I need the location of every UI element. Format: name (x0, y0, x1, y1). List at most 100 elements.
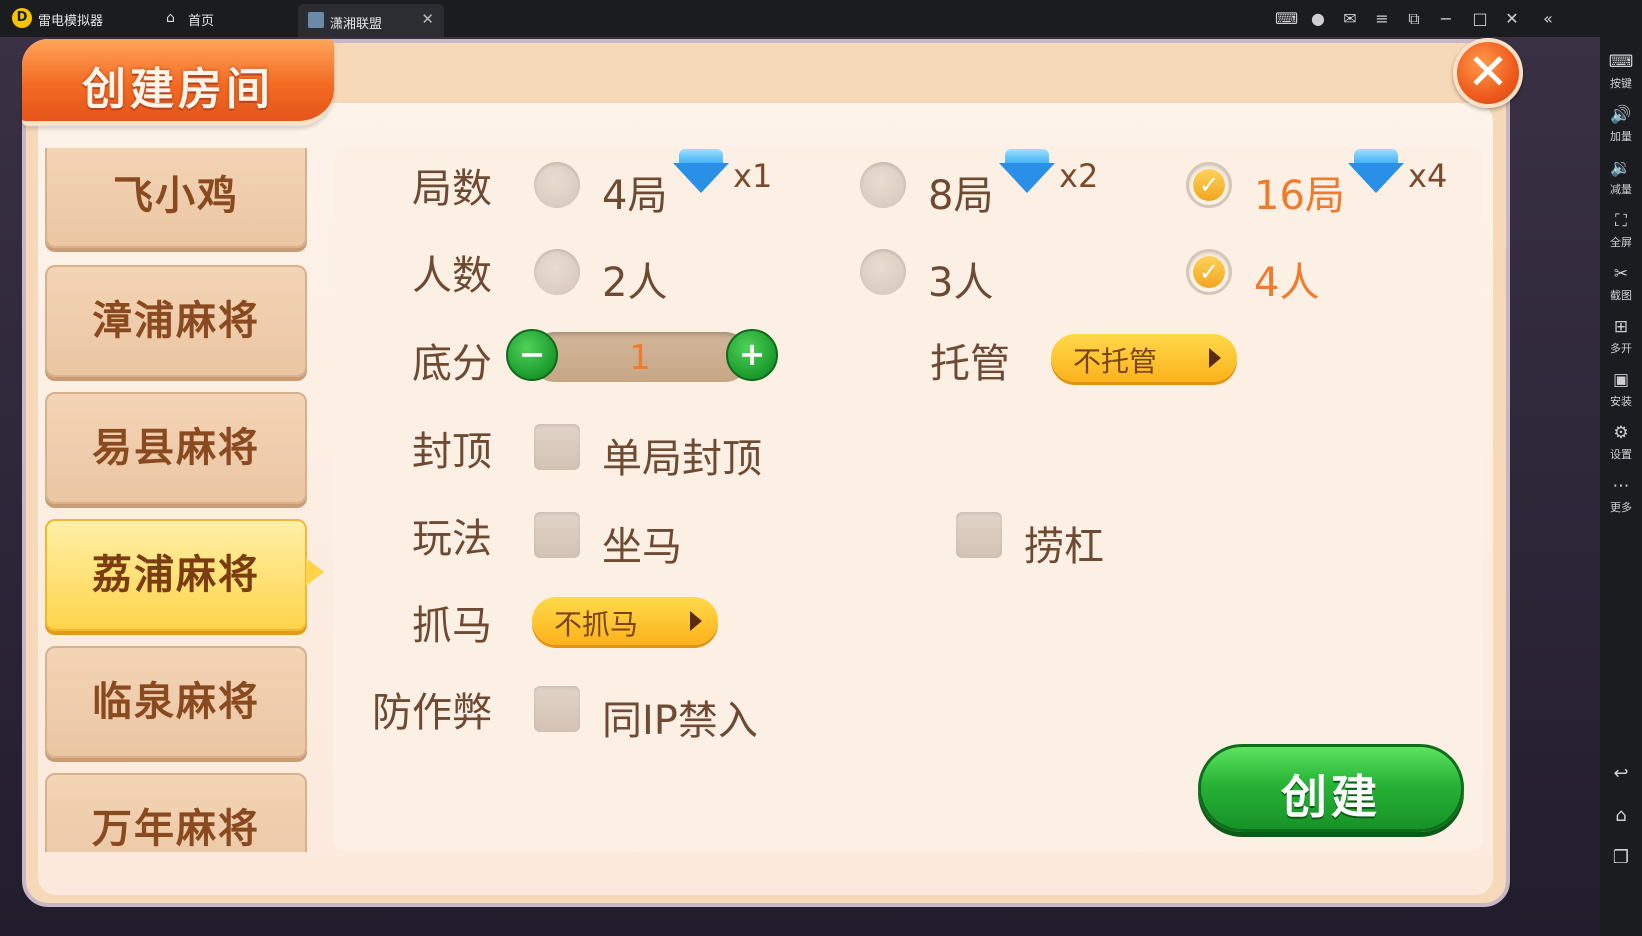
players-3-label: 3人 (928, 260, 994, 306)
game-item-lipu[interactable]: 荔浦麻将 (45, 519, 307, 631)
diamond-icon (999, 163, 1055, 193)
grab-horse-label: 抓马 (412, 603, 492, 649)
sidebar-item-label: 减量 (1610, 183, 1632, 196)
mail-icon[interactable]: ✉ (1339, 8, 1361, 30)
apk-install-icon: ▣ (1612, 370, 1630, 390)
emulator-sidebar: ⌨ 按键 🔊 加量 🔉 减量 ⛶ 全屏 ✂ 截图 ⊞ 多开 ▣ 安装 ⚙ 设置 … (1600, 37, 1642, 936)
same-ip-block-label: 同IP禁入 (602, 698, 758, 744)
check-icon: ✓ (1193, 169, 1225, 201)
menu-icon[interactable]: ≡ (1371, 8, 1393, 30)
diamond-icon (1354, 149, 1398, 163)
trustee-value: 不托管 (1073, 345, 1158, 378)
rounds-16-cost: x4 (1408, 157, 1448, 195)
more-icon: ⋯ (1612, 476, 1630, 496)
players-2-label: 2人 (602, 260, 668, 306)
game-item-wannian[interactable]: 万年麻将 (45, 773, 307, 852)
rounds-8-label: 8局 (928, 173, 994, 219)
sidebar-item-label: 多开 (1610, 342, 1632, 355)
laogang-checkbox[interactable] (956, 512, 1002, 558)
check-icon: ✓ (1193, 256, 1225, 288)
rounds-label: 局数 (412, 166, 492, 212)
rounds-16-label: 16局 (1254, 173, 1345, 219)
sidebar-item-volume-down[interactable]: 🔉 减量 (1600, 151, 1642, 201)
sidebar-item-volume-up[interactable]: 🔊 加量 (1600, 98, 1642, 148)
players-2-radio[interactable] (534, 249, 580, 295)
rounds-4-cost: x1 (733, 157, 773, 195)
maximize-icon[interactable]: □ (1469, 8, 1491, 30)
cap-label: 封顶 (412, 429, 492, 475)
minimize-icon[interactable]: − (1435, 8, 1457, 30)
create-room-label: 创建 (1281, 770, 1381, 824)
grab-horse-value: 不抓马 (554, 608, 639, 641)
game-item-yixian[interactable]: 易县麻将 (45, 392, 307, 504)
trustee-dropdown[interactable]: 不托管 (1051, 334, 1237, 382)
anti-cheat-label: 防作弊 (372, 690, 492, 736)
zuoma-checkbox[interactable] (534, 512, 580, 558)
rounds-4-label: 4局 (602, 173, 668, 219)
trustee-label: 托管 (930, 341, 1010, 387)
same-ip-block-checkbox[interactable] (534, 686, 580, 732)
home-nav-icon[interactable]: ⌂ (1600, 801, 1642, 831)
app-logo-icon: D (12, 8, 32, 28)
close-tab-icon[interactable]: ✕ (421, 10, 434, 28)
game-item-linquan[interactable]: 临泉麻将 (45, 646, 307, 758)
home-icon: ⌂ (166, 10, 175, 26)
tab-home[interactable]: ⌂ 首页 (160, 0, 290, 37)
sidebar-item-fullscreen[interactable]: ⛶ 全屏 (1600, 204, 1642, 254)
zuoma-label: 坐马 (602, 524, 682, 570)
grab-horse-dropdown[interactable]: 不抓马 (532, 597, 718, 645)
rounds-8-radio[interactable] (860, 162, 906, 208)
sidebar-item-multi[interactable]: ⊞ 多开 (1600, 310, 1642, 360)
sidebar-item-label: 全屏 (1610, 236, 1632, 249)
rounds-16-radio[interactable]: ✓ (1186, 162, 1232, 208)
restore-icon[interactable]: ⧉ (1403, 8, 1425, 30)
gear-icon: ⚙ (1613, 423, 1629, 443)
rounds-8-cost: x2 (1059, 157, 1099, 195)
scissors-icon: ✂ (1613, 264, 1629, 284)
close-dialog-button[interactable]: ✕ (1453, 38, 1523, 108)
game-item-feixiaoji[interactable]: 飞小鸡 (45, 148, 307, 248)
diamond-icon (673, 163, 729, 193)
fullscreen-icon: ⛶ (1615, 211, 1627, 231)
tab-game-label: 潇湘联盟 (330, 17, 383, 32)
collapse-sidebar-icon[interactable]: « (1537, 8, 1559, 30)
diamond-icon (1348, 163, 1404, 193)
sidebar-item-label: 截图 (1610, 289, 1632, 302)
create-room-button[interactable]: 创建 (1198, 744, 1464, 832)
players-4-label: 4人 (1254, 260, 1320, 306)
keyboard-icon: ⌨ (1608, 52, 1634, 72)
multi-instance-icon: ⊞ (1613, 317, 1629, 337)
gamepad-icon[interactable]: ⌨ (1275, 8, 1298, 30)
single-round-cap-label: 单局封顶 (602, 436, 762, 482)
game-thumbnail-icon (308, 12, 324, 28)
plus-button[interactable]: + (726, 329, 778, 381)
players-label: 人数 (412, 253, 492, 299)
diamond-icon (679, 149, 723, 163)
sidebar-item-screenshot[interactable]: ✂ 截图 (1600, 257, 1642, 307)
sidebar-item-label: 设置 (1610, 448, 1632, 461)
sidebar-item-more[interactable]: ⋯ 更多 (1600, 469, 1642, 519)
base-score-stepper[interactable]: 1 (530, 332, 750, 382)
rounds-4-radio[interactable] (534, 162, 580, 208)
back-icon[interactable]: ↩ (1600, 759, 1642, 789)
sidebar-item-settings[interactable]: ⚙ 设置 (1600, 416, 1642, 466)
close-window-icon[interactable]: ✕ (1501, 8, 1523, 30)
minus-button[interactable]: − (506, 329, 558, 381)
caret-right-icon (1209, 348, 1221, 368)
tab-game[interactable]: 潇湘联盟 ✕ (298, 4, 444, 37)
account-icon[interactable]: ● (1307, 8, 1329, 30)
volume-down-icon: 🔉 (1610, 158, 1632, 178)
players-4-radio[interactable]: ✓ (1186, 249, 1232, 295)
sidebar-item-label: 更多 (1610, 501, 1632, 514)
sidebar-item-install[interactable]: ▣ 安装 (1600, 363, 1642, 413)
recents-icon[interactable]: ❐ (1600, 843, 1642, 873)
laogang-label: 捞杠 (1024, 524, 1104, 570)
game-type-list[interactable]: 飞小鸡 漳浦麻将 易县麻将 荔浦麻将 临泉麻将 万年麻将 (45, 148, 307, 852)
single-round-cap-checkbox[interactable] (534, 424, 580, 470)
sidebar-item-keys[interactable]: ⌨ 按键 (1600, 45, 1642, 95)
play-label: 玩法 (412, 516, 492, 562)
base-score-value: 1 (629, 338, 651, 378)
players-3-radio[interactable] (860, 249, 906, 295)
emulator-titlebar: D 雷电模拟器 ⌂ 首页 潇湘联盟 ✕ ⌨ ● ✉ ≡ ⧉ − □ ✕ « (0, 0, 1642, 37)
game-item-zhangpu[interactable]: 漳浦麻将 (45, 265, 307, 377)
